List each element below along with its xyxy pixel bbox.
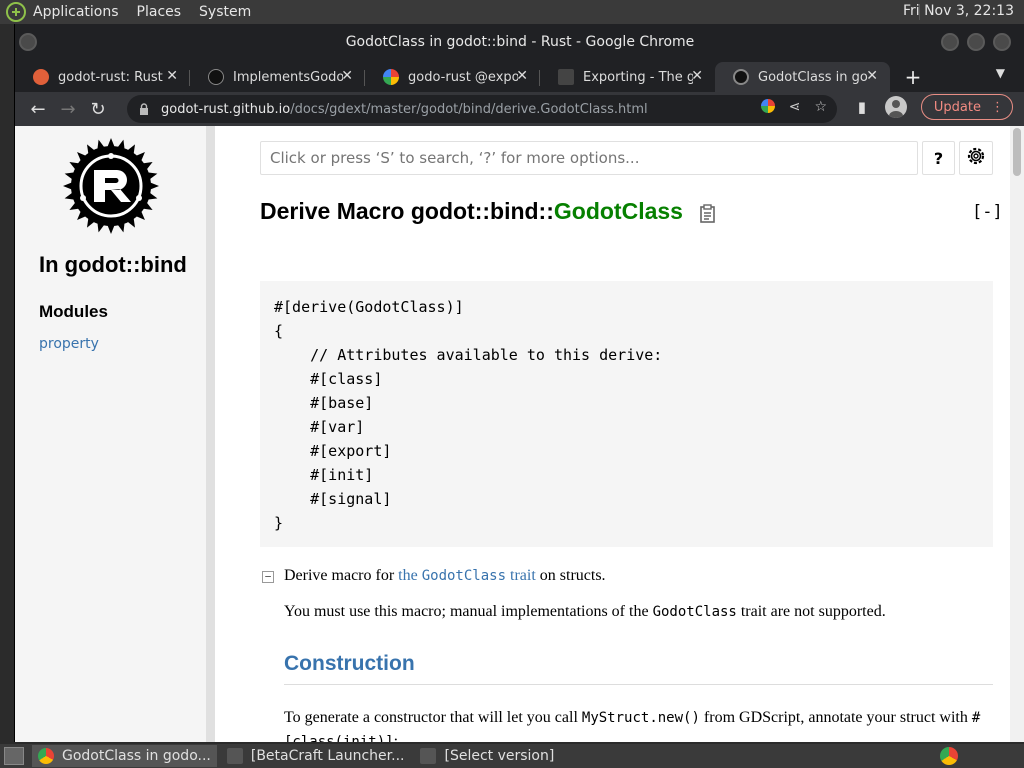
godotclass-trait-link[interactable]: the GodotClass trait	[398, 567, 536, 584]
tab-close-icon[interactable]: ✕	[516, 68, 528, 84]
section-heading-construction[interactable]: Construction	[284, 652, 993, 685]
tab-close-icon[interactable]: ✕	[691, 68, 703, 84]
tab-godot-rust[interactable]: godot-rust: Rust bi ✕	[15, 62, 190, 92]
tab-label: godot-rust: Rust bi	[58, 69, 168, 85]
tab-close-icon[interactable]: ✕	[341, 68, 353, 84]
doc-paragraph: You must use this macro; manual implemen…	[284, 603, 886, 620]
update-button[interactable]: Update ⋮	[920, 94, 1013, 120]
toolbar: ← → ↻ godot-rust.github.io/docs/gdext/ma…	[15, 92, 1024, 126]
update-label: Update	[933, 99, 981, 115]
search-input[interactable]: Click or press ‘S’ to search, ‘?’ for mo…	[260, 141, 918, 175]
url-host: godot-rust.github.io	[161, 101, 291, 117]
profile-avatar[interactable]	[884, 96, 907, 118]
godot-favicon-icon	[33, 69, 49, 85]
scrollbar-thumb[interactable]	[1013, 128, 1021, 176]
chrome-icon	[38, 748, 54, 764]
tab-exporting[interactable]: Exporting - The gd ✕	[540, 62, 715, 92]
desktop-top-panel: Applications Places System Fri Nov 3, 22…	[0, 0, 1024, 24]
tab-strip: godot-rust: Rust bi ✕ ImplementsGodotT ✕…	[15, 58, 1024, 92]
copy-path-icon[interactable]	[699, 202, 717, 223]
maximize-button[interactable]	[967, 33, 985, 51]
lock-icon[interactable]	[139, 103, 149, 115]
title-macro-name[interactable]: GodotClass	[554, 198, 683, 225]
tab-implements-godot[interactable]: ImplementsGodotT ✕	[190, 62, 365, 92]
page-content: In godot::bind Modules property Click or…	[15, 126, 1011, 742]
tab-label: godo-rust @export	[408, 69, 518, 85]
google-lens-icon[interactable]	[760, 99, 775, 113]
side-panel-icon[interactable]: ▮	[853, 98, 871, 116]
tab-label: Exporting - The gd	[583, 69, 693, 85]
kebab-menu-icon: ⋮	[991, 99, 1004, 115]
doc-paragraph-construction: To generate a constructor that will let …	[284, 709, 981, 742]
help-button[interactable]: ?	[922, 141, 955, 175]
tab-google-search[interactable]: godo-rust @export ✕	[365, 62, 540, 92]
title-prefix: Derive Macro godot::bind::	[260, 198, 554, 224]
reload-button[interactable]: ↻	[83, 94, 113, 124]
collapse-docs-toggle[interactable]: −	[262, 571, 274, 583]
sidebar-section-modules[interactable]: Modules	[39, 302, 108, 322]
desktop-logo-icon[interactable]	[5, 1, 27, 23]
google-favicon-icon	[383, 69, 399, 85]
share-icon[interactable]: ⋖	[789, 99, 801, 115]
sidebar-title[interactable]: In godot::bind	[39, 252, 187, 278]
taskbar-item-betacraft[interactable]: [BetaCraft Launcher...	[221, 745, 411, 767]
page-title: Derive Macro godot::bind:: GodotClass	[260, 198, 717, 225]
rust-logo-icon[interactable]	[43, 126, 179, 254]
rust-favicon-icon	[733, 69, 749, 85]
taskbar-item-chrome[interactable]: GodotClass in godo...	[32, 745, 217, 767]
window-menu-button[interactable]	[19, 33, 37, 51]
browser-window: GodotClass in godot::bind - Rust - Googl…	[14, 24, 1024, 742]
tab-close-icon[interactable]: ✕	[866, 68, 878, 84]
clock[interactable]: Fri Nov 3, 22:13	[903, 3, 1014, 19]
gear-icon	[965, 145, 987, 171]
sidebar-link-property[interactable]: property	[39, 336, 99, 352]
page-scrollbar[interactable]	[1010, 126, 1024, 742]
terminal-icon	[226, 748, 243, 764]
collapse-all-toggle[interactable]: [-]	[972, 202, 1003, 222]
menu-places[interactable]: Places	[137, 4, 182, 20]
taskbar-label: GodotClass in godo...	[62, 748, 211, 764]
taskbar-item-select-version[interactable]: [Select version]	[414, 745, 560, 767]
taskbar: GodotClass in godo... [BetaCraft Launche…	[0, 744, 1024, 768]
url-path: /docs/gdext/master/godot/bind/derive.God…	[290, 101, 648, 117]
tab-label: GodotClass in godo	[758, 69, 868, 85]
tray-chrome-icon[interactable]	[940, 747, 958, 765]
address-bar[interactable]: godot-rust.github.io/docs/gdext/master/g…	[127, 95, 837, 123]
github-favicon-icon	[208, 69, 224, 85]
back-button[interactable]: ←	[23, 94, 53, 124]
bookmark-star-icon[interactable]: ☆	[814, 99, 827, 115]
forward-button[interactable]: →	[53, 94, 83, 124]
minimize-button[interactable]	[941, 33, 959, 51]
taskbar-label: [BetaCraft Launcher...	[250, 748, 405, 764]
settings-button[interactable]	[959, 141, 993, 175]
sidebar: In godot::bind Modules property	[15, 126, 207, 742]
tab-godotclass[interactable]: GodotClass in godo ✕	[715, 62, 890, 92]
tab-search-chevron-icon[interactable]: ▼	[996, 66, 1005, 80]
window-title: GodotClass in godot::bind - Rust - Googl…	[345, 34, 695, 50]
sidebar-resizer[interactable]	[207, 126, 215, 742]
window-titlebar[interactable]: GodotClass in godot::bind - Rust - Googl…	[15, 28, 1024, 56]
doc-summary: − Derive macro for the GodotClass trait …	[262, 567, 606, 585]
new-tab-button[interactable]: +	[898, 62, 928, 92]
code-block: #[derive(GodotClass)] { // Attributes av…	[260, 281, 993, 547]
menu-applications[interactable]: Applications	[33, 4, 119, 20]
tab-label: ImplementsGodotT	[233, 69, 343, 85]
book-favicon-icon	[558, 69, 574, 85]
show-desktop-icon[interactable]	[4, 747, 24, 765]
close-window-button[interactable]	[993, 33, 1011, 51]
taskbar-label: [Select version]	[444, 748, 555, 764]
menu-system[interactable]: System	[199, 4, 251, 20]
terminal-icon	[420, 748, 437, 764]
tab-close-icon[interactable]: ✕	[166, 68, 178, 84]
